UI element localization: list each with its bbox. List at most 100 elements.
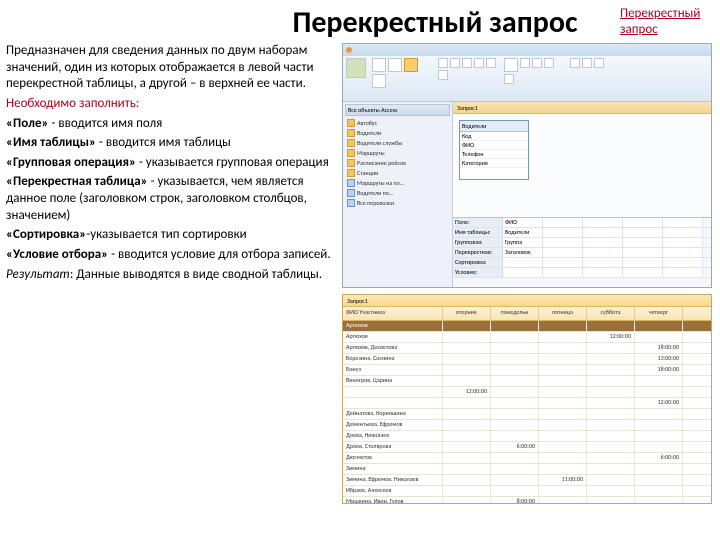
time-cell xyxy=(491,464,539,474)
table-row: Доева, Николаев xyxy=(343,431,711,442)
time-cell xyxy=(539,332,587,342)
time-cell xyxy=(443,365,491,375)
query-icon xyxy=(347,179,355,187)
grid-label: Поле: xyxy=(453,218,503,227)
ribbon-icon xyxy=(544,58,554,68)
nav-table-item: Станции xyxy=(345,168,450,178)
nav-pane: Все объекты Access АвтобусВодителиВодите… xyxy=(343,102,453,287)
time-cell xyxy=(635,431,683,441)
time-cell xyxy=(443,409,491,419)
column-headers: ФИО Участникавторникпонедельнпятницасубб… xyxy=(343,307,711,321)
time-cell: 18:00:00 xyxy=(635,343,683,353)
groupop-line: «Групповая операция» - указывается групп… xyxy=(6,155,336,172)
grid-cell xyxy=(583,248,623,257)
sort-line: «Сортировка»-указывается тип сортировки xyxy=(6,227,336,244)
time-cell xyxy=(539,343,587,353)
name-cell: Доева, Николаев xyxy=(343,431,443,441)
name-cell: Артюхов xyxy=(343,332,443,342)
cell xyxy=(539,321,587,331)
grid-label: Сортировка: xyxy=(453,258,503,267)
grid-cell xyxy=(543,238,583,247)
table-float-header: Водители xyxy=(460,121,528,132)
grid-row: Условие: xyxy=(453,268,711,278)
nav-table-item: Автобус xyxy=(345,118,450,128)
selected-cell: Артюхов xyxy=(343,321,443,331)
time-cell xyxy=(587,343,635,353)
name-cell: Дюсметов xyxy=(343,453,443,463)
crosstab-icon xyxy=(404,58,418,72)
ribbon-icon xyxy=(450,58,460,68)
time-cell xyxy=(491,354,539,364)
datasheet-tab: Запрос1 xyxy=(343,295,711,307)
name-cell: Ибраев, Алексеев xyxy=(343,486,443,496)
table-row: Дюсметов6:00:00 xyxy=(343,453,711,464)
time-cell xyxy=(443,431,491,441)
ribbon-icon xyxy=(570,58,580,68)
grid-cell xyxy=(623,268,663,277)
name-cell xyxy=(343,398,443,408)
column-header: четверг xyxy=(635,307,683,320)
time-cell xyxy=(539,387,587,397)
table-row: Дроев, Столярова 6:00:00 xyxy=(343,442,711,453)
time-cell xyxy=(539,453,587,463)
grid-cell xyxy=(503,268,543,277)
grid-cell xyxy=(583,258,623,267)
time-cell xyxy=(443,464,491,474)
time-cell xyxy=(587,420,635,430)
ribbon-icon xyxy=(474,58,484,68)
grid-cell: Группа xyxy=(503,238,543,247)
time-cell xyxy=(491,332,539,342)
time-cell xyxy=(587,387,635,397)
ribbon xyxy=(343,56,711,102)
time-cell xyxy=(587,464,635,474)
table-row: Бонуэ18:00:00 xyxy=(343,365,711,376)
crosstab-line: «Перекрестная таблица» - указывается, че… xyxy=(6,174,336,224)
cell xyxy=(491,321,539,331)
grid-label: Условие: xyxy=(453,268,503,277)
table-field: ФИО xyxy=(460,141,528,150)
name-cell: Бонуэ xyxy=(343,365,443,375)
grid-cell xyxy=(543,268,583,277)
page-title: Перекрестный запрос xyxy=(0,0,720,43)
cell xyxy=(635,321,683,331)
intro-text: Предназначен для сведения данных по двум… xyxy=(6,43,336,93)
diagram-pane: Водители КодФИОТелефонКатегория xyxy=(453,114,711,217)
query-workspace: Запрос1 Водители КодФИОТелефонКатегория … xyxy=(453,102,711,287)
selected-row: Артюхов xyxy=(343,321,711,332)
grid-cell xyxy=(543,218,583,227)
table-row: Дейнатова, Корношина xyxy=(343,409,711,420)
nav-table-item: Водители службы xyxy=(345,138,450,148)
table-row: 12:00:00 xyxy=(343,398,711,409)
table-float: Водители КодФИОТелефонКатегория xyxy=(459,120,529,180)
grid-label: Имя таблицы: xyxy=(453,228,503,237)
time-cell: 12:00:00 xyxy=(443,387,491,397)
ribbon-icon xyxy=(504,74,514,84)
nav-table-item: Расписание рейсов xyxy=(345,158,450,168)
table-row: 12:00:00 xyxy=(343,387,711,398)
time-cell xyxy=(539,497,587,503)
grid-cell xyxy=(663,238,703,247)
grid-cell xyxy=(663,218,703,227)
run-icon xyxy=(372,58,386,72)
nav-table-item: Водители xyxy=(345,128,450,138)
grid-cell xyxy=(583,238,623,247)
table-icon xyxy=(347,139,355,147)
time-cell xyxy=(443,332,491,342)
ribbon-icon xyxy=(594,58,604,68)
time-cell xyxy=(539,431,587,441)
time-cell: 13:00:00 xyxy=(635,354,683,364)
name-cell: Дементьева, Ефремов xyxy=(343,420,443,430)
time-cell xyxy=(491,398,539,408)
column-header: пятница xyxy=(539,307,587,320)
cell xyxy=(443,321,491,331)
table-icon xyxy=(347,119,355,127)
time-cell: 6:00:00 xyxy=(491,442,539,452)
time-cell xyxy=(587,431,635,441)
nav-query-item: Водители по... xyxy=(345,188,450,198)
grid-row: Групповая:Группа xyxy=(453,238,711,248)
time-cell xyxy=(635,409,683,419)
time-cell xyxy=(635,486,683,496)
query-icon xyxy=(347,199,355,207)
name-cell: Виногров, Царина xyxy=(343,376,443,386)
name-cell: Дроев, Столярова xyxy=(343,442,443,452)
